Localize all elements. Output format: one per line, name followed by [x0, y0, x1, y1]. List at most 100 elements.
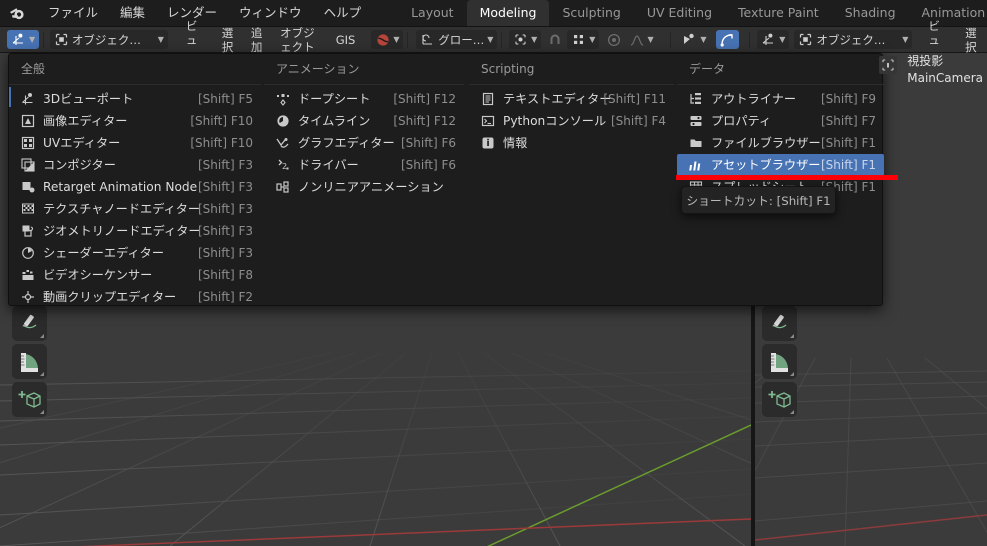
menu-item-shortcut: [Shift] F10 — [190, 136, 253, 150]
chevron-down-icon: ▼ — [157, 34, 164, 44]
menu-item-label: ジオメトリノードエディター — [43, 224, 201, 238]
header-menu-2[interactable]: 追加 — [243, 26, 272, 54]
chevron-down-icon: ▼ — [589, 34, 596, 44]
workspace-tab-uv-editing[interactable]: UV Editing — [634, 0, 725, 26]
pivot-point-selector[interactable]: ▼ — [509, 30, 542, 49]
menu-item-shortcut: [Shift] F9 — [821, 92, 876, 106]
menu-item-python-console[interactable]: Pythonコンソール [Shift] F4 — [469, 110, 674, 132]
header-menu-4[interactable]: GIS — [328, 33, 364, 47]
menu-item-video-sequencer[interactable]: ビデオシーケンサー [Shift] F8 — [9, 264, 261, 286]
svg-text:2: 2 — [282, 162, 287, 171]
viewport-info-overlay: 視投影 MainCamera — [907, 53, 983, 87]
chevron-down-icon: ▼ — [647, 34, 654, 44]
header-menu-3[interactable]: オブジェクト — [272, 26, 328, 54]
annotate-tool[interactable] — [12, 306, 47, 341]
uv-editor-icon — [19, 135, 37, 151]
menu-item-label: Pythonコンソール — [503, 114, 607, 128]
compositor-icon — [19, 157, 37, 173]
menu-column-1: アニメーションドープシート [Shift] F12 タイムライン [Shift] F1… — [264, 54, 464, 198]
workspace-tab-texture-paint[interactable]: Texture Paint — [725, 0, 832, 26]
menu-column-2: Scripting テキストエディター [Shift] F11 Pythonコンソール… — [469, 54, 674, 154]
mode-selector[interactable]: オブジェク… ▼ — [49, 30, 168, 49]
measure-tool[interactable] — [762, 344, 797, 379]
viewport-header-toolbar: ▼ オブジェク… ▼ ビュー選択追加オブジェクトGIS — [0, 19, 987, 61]
menu-item-label: テキストエディター — [503, 92, 612, 106]
menu-item-label: シェーダーエディター — [43, 246, 165, 260]
workspace-tab-modeling[interactable]: Modeling — [466, 0, 550, 26]
chevron-down-icon: ▼ — [393, 34, 400, 44]
menu-item-3d-viewport[interactable]: 3Dビューポート [Shift] F5 — [9, 88, 261, 110]
menu-root-1[interactable]: 編集 — [109, 3, 156, 23]
menu-item-asset-browser[interactable]: アセットブラウザー [Shift] F1 — [677, 154, 884, 176]
gis-sphere-icon[interactable]: ▼ — [371, 30, 404, 49]
proportional-edit-icon[interactable] — [604, 30, 623, 49]
menu-item-label: アセットブラウザー — [711, 158, 821, 172]
3d-viewport-icon — [11, 32, 26, 47]
viewport-gizmo-button[interactable] — [879, 56, 897, 74]
shortcut-tooltip-text: ショートカット: [Shift] F1 — [686, 193, 831, 208]
menu-item-dope-sheet[interactable]: ドープシート [Shift] F12 — [264, 88, 464, 110]
viewport-visibility-selector[interactable]: ▼ — [678, 30, 710, 49]
magnet-icon[interactable] — [545, 30, 564, 49]
header-menu-right-1[interactable]: 選択 — [957, 26, 987, 54]
editor-type-selector-right[interactable]: ▼ — [757, 30, 790, 49]
menu-item-graph-editor[interactable]: グラフエディター [Shift] F6 — [264, 132, 464, 154]
menu-item-drivers[interactable]: 2 ドライバー [Shift] F6 — [264, 154, 464, 176]
object-mode-icon — [798, 32, 813, 47]
mode-selector-right[interactable]: オブジェク… ▼ — [794, 30, 913, 49]
python-console-icon — [479, 113, 497, 129]
menu-item-shader-editor[interactable]: シェーダーエディター [Shift] F3 — [9, 242, 261, 264]
menu-column-divider — [9, 84, 261, 85]
video-sequencer-icon — [19, 267, 37, 283]
menu-item-texture-node[interactable]: テクスチャノードエディター [Shift] F3 — [9, 198, 261, 220]
text-editor-icon — [479, 91, 497, 107]
header-menu-1[interactable]: 選択 — [214, 26, 243, 54]
menu-item-compositor[interactable]: コンポジター [Shift] F3 — [9, 154, 261, 176]
graph-editor-icon — [274, 135, 292, 151]
menu-item-label: アウトライナー — [711, 92, 797, 106]
menu-item-shortcut: [Shift] F1 — [821, 136, 876, 150]
menu-item-uv-editor[interactable]: UVエディター [Shift] F10 — [9, 132, 261, 154]
falloff-selector[interactable]: ▼ — [625, 30, 657, 49]
timeline-icon — [274, 113, 292, 129]
menu-item-timeline[interactable]: タイムライン [Shift] F12 — [264, 110, 464, 132]
workspace-tab-shading[interactable]: Shading — [832, 0, 909, 26]
menu-item-info[interactable]: 情報 — [469, 132, 674, 154]
asset-browser-icon — [687, 157, 705, 173]
menu-item-geometry-node[interactable]: ジオメトリノードエディター [Shift] F3 — [9, 220, 261, 242]
measure-tool[interactable] — [12, 344, 47, 379]
menu-item-properties[interactable]: プロパティ [Shift] F7 — [677, 110, 884, 132]
menu-item-shortcut: [Shift] F3 — [198, 180, 253, 194]
menu-item-retarget-node[interactable]: Retarget Animation Node [Shift] F3 — [9, 176, 261, 198]
red-highlight-annotation — [676, 175, 898, 180]
chevron-down-icon: ▼ — [902, 34, 909, 44]
menu-item-text-editor[interactable]: テキストエディター [Shift] F11 — [469, 88, 674, 110]
menu-item-file-browser[interactable]: ファイルブラウザー [Shift] F1 — [677, 132, 884, 154]
object-mode-icon — [54, 32, 69, 47]
menu-item-label: ビデオシーケンサー — [43, 268, 153, 282]
snap-target-selector[interactable]: ▼ — [567, 30, 600, 49]
menu-root-0[interactable]: ファイル — [37, 3, 109, 23]
add-cube-tool[interactable] — [12, 382, 47, 417]
gizmo-toggle[interactable] — [715, 30, 739, 49]
viewport-camera-label: MainCamera — [907, 71, 983, 85]
blender-window: ファイル 編集 レンダー ウィンドウ ヘルプ Layout Modeling Sculpti… — [0, 0, 987, 546]
menu-item-shortcut: [Shift] F7 — [821, 114, 876, 128]
workspace-tab-sculpting[interactable]: Sculpting — [549, 0, 633, 26]
menu-item-shortcut: [Shift] F3 — [198, 246, 253, 260]
file-browser-icon — [687, 135, 705, 151]
viewport-projection-label: 視投影 — [907, 54, 944, 68]
menu-item-shortcut: [Shift] F3 — [198, 158, 253, 172]
transform-orientation-selector[interactable]: グロー… ▼ — [416, 30, 498, 49]
add-cube-tool[interactable] — [762, 382, 797, 417]
menu-item-image-editor[interactable]: 画像エディター [Shift] F10 — [9, 110, 261, 132]
blender-logo-icon[interactable] — [8, 5, 25, 22]
menu-item-outliner[interactable]: アウトライナー [Shift] F9 — [677, 88, 884, 110]
workspace-tab-layout[interactable]: Layout — [398, 0, 467, 26]
annotate-tool[interactable] — [762, 306, 797, 341]
editor-type-selector[interactable]: ▼ — [7, 30, 40, 49]
menu-item-shortcut: [Shift] F12 — [393, 92, 456, 106]
menu-column-header: アニメーション — [276, 62, 360, 76]
menu-item-movie-clip-editor[interactable]: 動画クリップエディター [Shift] F2 — [9, 286, 261, 308]
menu-item-nla-editor[interactable]: ノンリニアアニメーション — [264, 176, 464, 198]
